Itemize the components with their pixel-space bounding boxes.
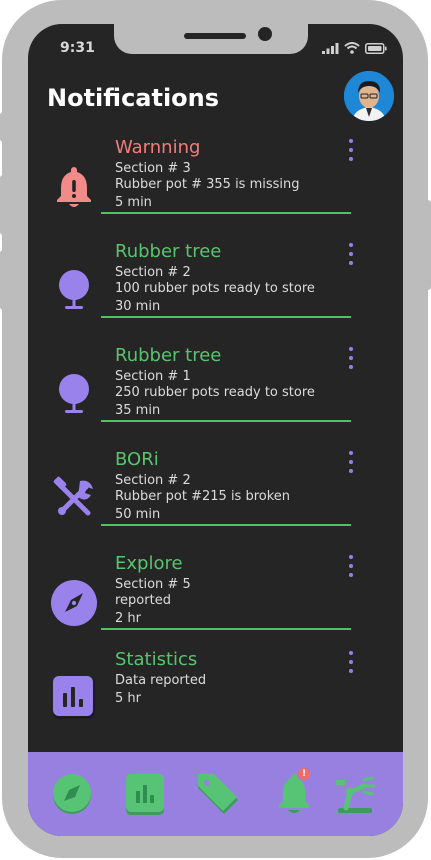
notification-time: 5 hr (115, 691, 141, 706)
more-options-icon[interactable] (346, 555, 356, 577)
notification-title: Statistics (115, 649, 198, 670)
tag-icon (198, 774, 238, 814)
notification-message: 100 rubber pots ready to store (115, 281, 315, 296)
tab-machinery[interactable] (334, 772, 378, 816)
divider (101, 316, 351, 318)
avatar[interactable] (344, 71, 394, 121)
notification-time: 2 hr (115, 611, 141, 626)
notification-item[interactable]: Rubber tree Section # 2 100 rubber pots … (28, 241, 403, 345)
more-options-icon[interactable] (346, 139, 356, 161)
notification-message: 250 rubber pots ready to store (115, 385, 315, 400)
side-button-left-3 (0, 250, 6, 310)
tree-icon (50, 267, 98, 315)
notification-time: 30 min (115, 299, 161, 314)
notification-time: 50 min (115, 507, 161, 522)
page-title: Notifications (47, 84, 220, 112)
bell-alert-icon (50, 163, 98, 211)
bottom-tab-bar: ! (28, 752, 403, 836)
side-button-left-2 (0, 175, 6, 235)
notification-badge: ! (298, 768, 310, 780)
front-camera (258, 27, 272, 41)
tools-icon (50, 475, 98, 523)
more-options-icon[interactable] (346, 347, 356, 369)
notification-time: 35 min (115, 403, 161, 418)
notification-time: 5 min (115, 195, 152, 210)
avatar-portrait (344, 71, 394, 121)
notification-title: Rubber tree (115, 241, 222, 262)
tab-tags[interactable] (194, 772, 238, 816)
wifi-icon (344, 42, 360, 54)
bell-icon (279, 773, 309, 813)
notch (114, 24, 308, 54)
notification-section: Section # 1 (115, 369, 191, 384)
status-icons (322, 42, 387, 54)
notification-title: Warnning (115, 137, 201, 158)
side-button-right (425, 200, 431, 290)
more-options-icon[interactable] (346, 243, 356, 265)
tab-statistics[interactable] (123, 772, 167, 816)
notification-message: Data reported (115, 673, 207, 688)
notification-section: Section # 5 (115, 577, 191, 592)
compass-icon (50, 579, 98, 627)
notification-message: Rubber pot #215 is broken (115, 489, 291, 504)
notification-title: Explore (115, 553, 183, 574)
notification-item[interactable]: Explore Section # 5 reported 2 hr (28, 553, 403, 657)
more-options-icon[interactable] (346, 651, 356, 673)
notification-section: Section # 2 (115, 265, 191, 280)
notification-item[interactable]: Statistics Data reported 5 hr (28, 649, 403, 753)
divider (101, 212, 351, 214)
notification-message: Rubber pot # 355 is missing (115, 177, 300, 192)
divider (101, 420, 351, 422)
tab-notifications[interactable]: ! (272, 768, 316, 816)
divider (101, 628, 351, 630)
status-time: 9:31 (60, 40, 95, 56)
notification-section: Section # 2 (115, 473, 191, 488)
phone-screen: 9:31 Notifications Warnning Section # 3 … (28, 24, 403, 836)
compass-icon (53, 774, 91, 814)
notification-item[interactable]: Rubber tree Section # 1 250 rubber pots … (28, 345, 403, 449)
more-options-icon[interactable] (346, 451, 356, 473)
notification-item[interactable]: BORi Section # 2 Rubber pot #215 is brok… (28, 449, 403, 553)
battery-icon (365, 43, 387, 54)
robot-arm-icon (336, 776, 376, 813)
notification-message: reported (115, 593, 171, 608)
tree-icon (50, 371, 98, 419)
notification-title: BORi (115, 449, 159, 470)
speaker (184, 33, 246, 39)
side-button-left-1 (0, 112, 6, 142)
tab-explore[interactable] (50, 772, 94, 816)
signal-icon (322, 43, 339, 54)
statistics-icon (50, 673, 98, 721)
statistics-icon (126, 774, 164, 815)
notification-title: Rubber tree (115, 345, 222, 366)
notification-item[interactable]: Warnning Section # 3 Rubber pot # 355 is… (28, 137, 403, 241)
divider (101, 524, 351, 526)
notification-section: Section # 3 (115, 161, 191, 176)
